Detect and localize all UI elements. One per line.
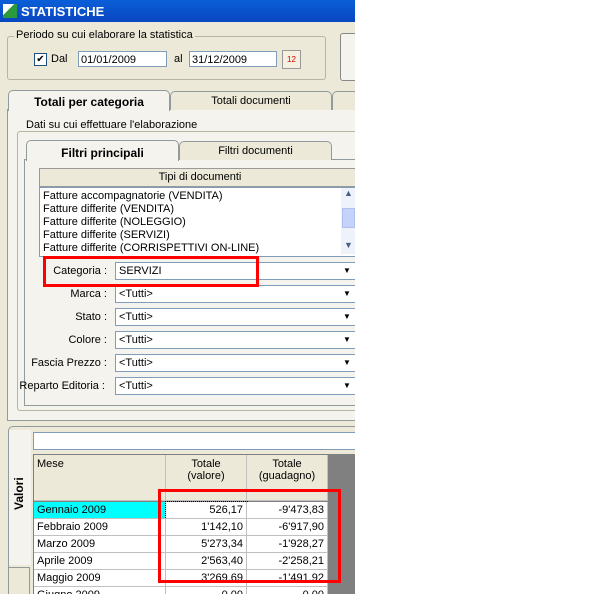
filter-combo[interactable]: <Tutti> ▼ (115, 308, 355, 326)
title-bar: STATISTICHE (0, 0, 355, 22)
grid-cell[interactable]: Marzo 2009 (34, 536, 166, 553)
filter-combo[interactable]: <Tutti> ▼ (115, 354, 355, 372)
app-icon (3, 4, 17, 18)
filter-combo[interactable]: <Tutti> ▼ (115, 285, 355, 303)
highlight-values (158, 489, 341, 583)
doc-type-item[interactable]: Fatture differite (NOLEGGIO) (43, 216, 355, 229)
tab-valori-label: Valori (12, 477, 26, 510)
statistiche-window: STATISTICHE Periodo su cui elaborare la … (0, 0, 355, 594)
filter-value: <Tutti> (119, 334, 153, 346)
filter-label: Marca : (70, 288, 107, 300)
grid-cell[interactable]: 0,00 (166, 587, 247, 594)
doc-type-item[interactable]: Fatture differite (VENDITA) (43, 203, 355, 216)
side-button[interactable] (340, 33, 355, 81)
doc-types-header: Tipi di documenti (39, 168, 355, 187)
chevron-down-icon[interactable]: ▼ (340, 355, 354, 371)
list-scrollbar[interactable]: ▲ ▼ (341, 188, 355, 254)
scroll-down-icon[interactable]: ▼ (341, 240, 355, 254)
scroll-thumb[interactable] (342, 208, 355, 228)
chevron-down-icon[interactable]: ▼ (340, 378, 354, 394)
filter-value: <Tutti> (119, 311, 153, 323)
window-title: STATISTICHE (21, 4, 105, 19)
results-input[interactable] (33, 432, 355, 450)
filter-label: Fascia Prezzo : (31, 357, 107, 369)
doc-type-item[interactable]: Fatture accompagnatorie (VENDITA) (43, 190, 355, 203)
date-to-input[interactable]: 31/12/2009 (189, 51, 277, 67)
scroll-up-icon[interactable]: ▲ (341, 188, 355, 202)
tab-more[interactable] (332, 91, 355, 110)
grid-cell[interactable]: 0,00 (247, 587, 328, 594)
grid-cell[interactable]: Gennaio 2009 (34, 502, 166, 519)
tab-totali-documenti[interactable]: Totali documenti (170, 91, 332, 110)
doc-type-item[interactable]: Fatture differite (CORRISPETTIVI ON-LINE… (43, 242, 355, 255)
chevron-down-icon[interactable]: ▼ (340, 263, 354, 279)
doc-type-item[interactable]: Fatture differite (SERVIZI) (43, 229, 355, 242)
grid-cell[interactable]: Aprile 2009 (34, 553, 166, 570)
grid-cell[interactable]: Maggio 2009 (34, 570, 166, 587)
chevron-down-icon[interactable]: ▼ (340, 332, 354, 348)
date-from-input[interactable]: 01/01/2009 (78, 51, 167, 67)
grid-cell[interactable]: Giugno 2009 (34, 587, 166, 594)
grid-cell[interactable]: Febbraio 2009 (34, 519, 166, 536)
chevron-down-icon[interactable]: ▼ (340, 309, 354, 325)
dal-checkbox[interactable]: ✔ (34, 53, 47, 66)
filter-combo[interactable]: <Tutti> ▼ (115, 331, 355, 349)
filter-label: Reparto Editoria : (19, 380, 105, 392)
filter-combo[interactable]: <Tutti> ▼ (115, 377, 355, 395)
al-label: al (174, 53, 183, 65)
doc-types-list[interactable]: Fatture accompagnatorie (VENDITA) Fatture… (39, 187, 355, 257)
tab-filtri-documenti[interactable]: Filtri documenti (179, 141, 332, 160)
dal-label: Dal (51, 53, 68, 65)
tab-valori[interactable]: Valori (8, 430, 31, 565)
calendar-icon[interactable]: 12 (282, 50, 301, 69)
tab-filtri-principali[interactable]: Filtri principali (26, 140, 179, 161)
filter-value: <Tutti> (119, 288, 153, 300)
period-group-label: Periodo su cui elaborare la statistica (14, 29, 195, 41)
highlight-categoria (43, 256, 259, 287)
chevron-down-icon[interactable]: ▼ (340, 286, 354, 302)
filter-label: Stato : (75, 311, 107, 323)
filter-value: <Tutti> (119, 357, 153, 369)
tab-second[interactable] (8, 567, 30, 594)
filter-value: <Tutti> (119, 380, 153, 392)
tab-totali-per-categoria[interactable]: Totali per categoria (8, 90, 170, 111)
column-header[interactable]: Mese (34, 455, 166, 501)
data-group-label: Dati su cui effettuare l'elaborazione (24, 119, 200, 131)
filter-label: Colore : (68, 334, 107, 346)
